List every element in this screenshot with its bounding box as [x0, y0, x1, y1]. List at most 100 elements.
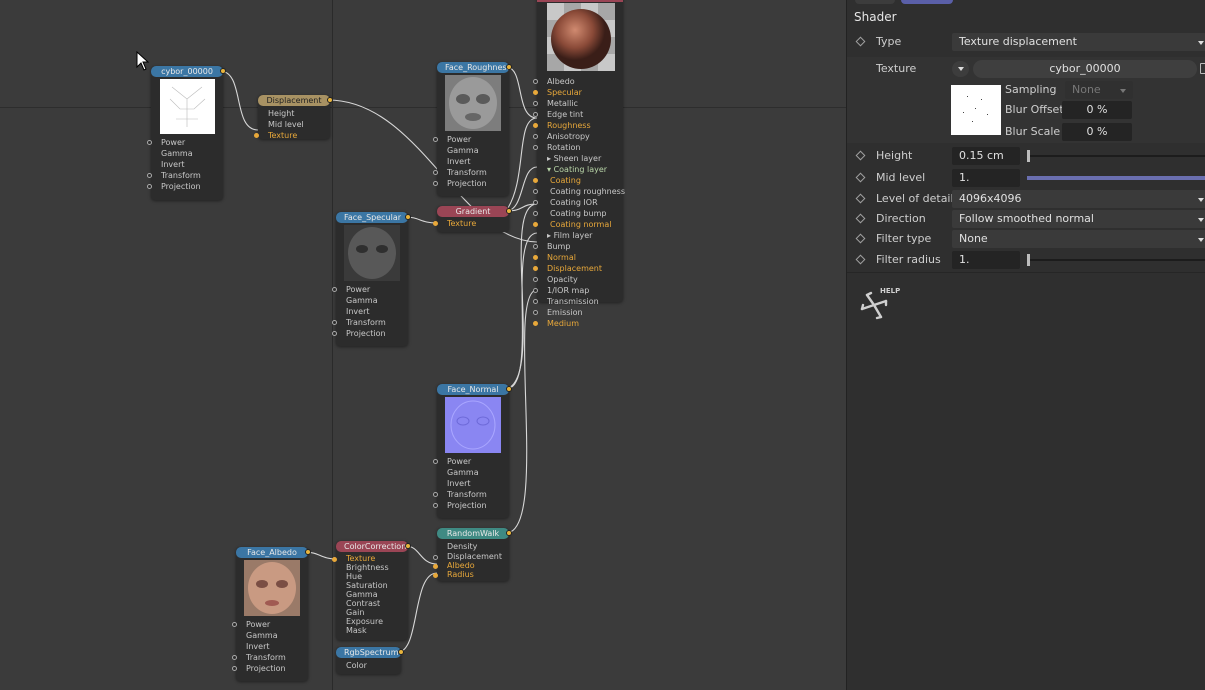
port[interactable]: Exposure [336, 617, 408, 626]
output-pin[interactable] [327, 97, 333, 103]
node-header[interactable] [537, 0, 623, 2]
help-button[interactable]: HELP [859, 287, 903, 323]
slider-knob[interactable] [1027, 150, 1030, 162]
port[interactable]: Gain [336, 608, 408, 617]
port[interactable]: Opacity [533, 274, 623, 285]
port[interactable]: Projection [147, 181, 223, 192]
output-pin[interactable] [405, 543, 411, 549]
port[interactable]: Anisotropy [533, 131, 623, 142]
port[interactable]: Coating [533, 175, 623, 186]
keyframe-diamond-icon[interactable] [855, 36, 866, 47]
node-editor[interactable]: cybor_00000 Power Gamma Invert Transform… [0, 0, 846, 690]
port[interactable]: Power [433, 134, 509, 145]
copy-icon[interactable] [1200, 63, 1205, 74]
output-pin[interactable] [305, 549, 311, 555]
node-image-texture[interactable]: cybor_00000 Power Gamma Invert Transform… [147, 66, 226, 200]
keyframe-diamond-icon[interactable] [855, 193, 866, 204]
port[interactable]: Hue [336, 572, 408, 581]
direction-dropdown[interactable]: Follow smoothed normal [952, 210, 1205, 228]
mid-level-field[interactable]: 1. [952, 169, 1020, 187]
output-pin[interactable] [506, 386, 512, 392]
port[interactable]: Transform [332, 317, 408, 328]
port[interactable]: Mid level [258, 119, 330, 130]
port[interactable]: Emission [533, 307, 623, 318]
node-random-walk[interactable]: RandomWalk Density Displacement Albedo R… [433, 528, 512, 581]
height-field[interactable]: 0.15 cm [952, 147, 1020, 165]
node-title[interactable]: RandomWalk [437, 528, 509, 539]
port[interactable]: Gamma [336, 295, 408, 306]
port[interactable]: Bump [533, 241, 623, 252]
port[interactable]: Projection [433, 178, 509, 189]
texture-menu-button[interactable] [952, 61, 969, 77]
port[interactable]: Power [232, 619, 308, 630]
output-pin[interactable] [405, 214, 411, 220]
port[interactable]: Mask [336, 626, 408, 635]
port[interactable]: Rotation [533, 142, 623, 153]
port[interactable]: Gamma [437, 467, 509, 478]
port[interactable]: Density [437, 541, 509, 552]
port[interactable]: Coating IOR [533, 197, 623, 208]
port[interactable]: Radius [433, 570, 509, 579]
port[interactable]: Invert [236, 641, 308, 652]
node-title[interactable]: Face_Normal [437, 384, 509, 395]
port[interactable]: Medium [533, 318, 623, 329]
output-pin[interactable] [506, 208, 512, 214]
port[interactable]: Coating roughness [533, 186, 625, 197]
port[interactable]: Invert [437, 478, 509, 489]
node-image-texture[interactable]: Face_Roughness Power Gamma Invert Transf… [433, 62, 512, 196]
port[interactable]: 1/IOR map [533, 285, 623, 296]
port[interactable]: Gamma [336, 590, 408, 599]
level-of-detail-dropdown[interactable]: 4096x4096 [952, 190, 1205, 208]
port-group[interactable]: ▾ Coating layer [537, 164, 623, 175]
port[interactable]: Specular [533, 87, 623, 98]
panel-tab[interactable] [855, 0, 895, 4]
port[interactable]: Color [336, 660, 401, 671]
blur-offset-field[interactable]: 0 % [1062, 101, 1132, 119]
port[interactable]: Invert [437, 156, 509, 167]
port-group[interactable]: ▸ Sheen layer [537, 153, 623, 164]
port[interactable]: Gamma [151, 148, 223, 159]
node-image-texture[interactable]: Face_Albedo Power Gamma Invert Transform… [232, 547, 311, 681]
node-title[interactable]: Displacement [258, 95, 330, 106]
port[interactable]: Gamma [236, 630, 308, 641]
node-title[interactable]: cybor_00000 [151, 66, 223, 77]
port[interactable]: Transform [147, 170, 223, 181]
output-pin[interactable] [398, 649, 404, 655]
port[interactable]: Displacement [433, 552, 509, 561]
port[interactable]: Normal [533, 252, 623, 263]
output-pin[interactable] [506, 64, 512, 70]
port[interactable]: Invert [336, 306, 408, 317]
port[interactable]: Projection [433, 500, 509, 511]
port[interactable]: Texture [433, 218, 509, 229]
filter-radius-slider[interactable] [1027, 254, 1205, 266]
texture-link-field[interactable]: cybor_00000 [973, 60, 1197, 78]
port[interactable]: Invert [151, 159, 223, 170]
blur-scale-field[interactable]: 0 % [1062, 123, 1132, 141]
port[interactable]: Saturation [336, 581, 408, 590]
slider-knob[interactable] [1027, 254, 1030, 266]
port[interactable]: Edge tint [533, 109, 623, 120]
node-color-correction[interactable]: ColorCorrection Texture Brightness Hue S… [332, 541, 411, 640]
height-slider[interactable] [1027, 150, 1205, 162]
port[interactable]: Coating normal [533, 219, 623, 230]
port[interactable]: Albedo [533, 76, 623, 87]
filter-type-dropdown[interactable]: None [952, 230, 1205, 248]
port[interactable]: Contrast [336, 599, 408, 608]
sampling-dropdown[interactable]: None [1065, 81, 1133, 99]
output-pin[interactable] [220, 68, 226, 74]
node-displacement[interactable]: Displacement Height Mid level Texture [254, 95, 333, 140]
port[interactable]: Transform [232, 652, 308, 663]
keyframe-diamond-icon[interactable] [855, 150, 866, 161]
port[interactable]: Gamma [437, 145, 509, 156]
node-rgb-spectrum[interactable]: RgbSpectrum Color [336, 647, 404, 674]
node-title[interactable]: Face_Roughness [437, 62, 509, 73]
node-image-texture[interactable]: Face_Specular Power Gamma Invert Transfo… [332, 212, 411, 346]
port[interactable]: Displacement [533, 263, 623, 274]
node-title[interactable]: Gradient [437, 206, 509, 217]
port[interactable]: Roughness [533, 120, 623, 131]
port[interactable]: Texture [332, 554, 408, 563]
node-gradient[interactable]: Gradient Texture [433, 206, 512, 232]
keyframe-diamond-icon[interactable] [855, 254, 866, 265]
port[interactable]: Coating bump [533, 208, 623, 219]
port[interactable]: Brightness [336, 563, 408, 572]
